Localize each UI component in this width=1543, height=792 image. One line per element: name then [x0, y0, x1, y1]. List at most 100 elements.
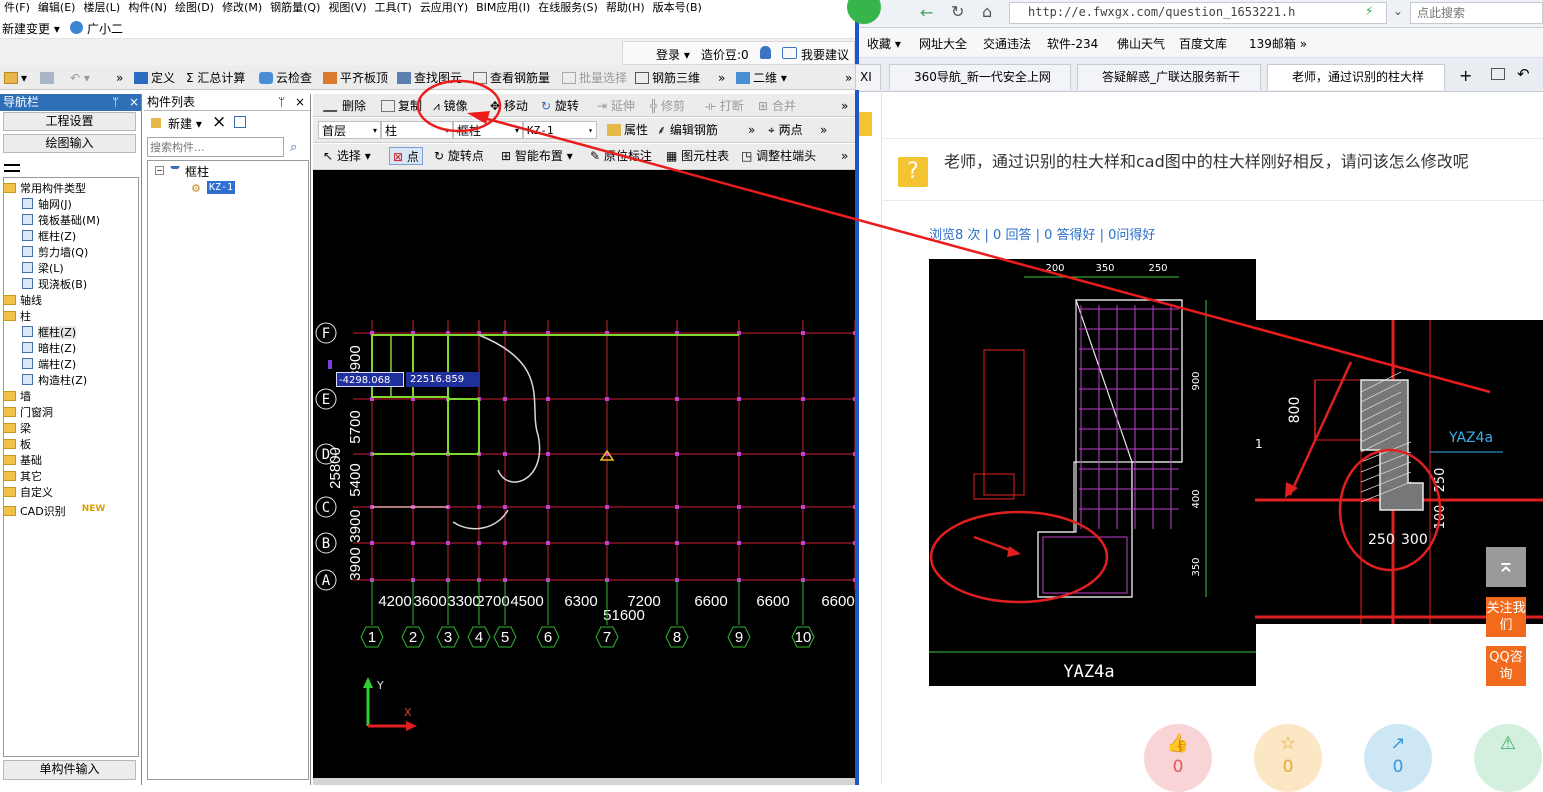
props-button[interactable]: 属性 — [607, 121, 648, 139]
favorite-link[interactable]: 百度文库 — [1179, 35, 1227, 52]
back-icon[interactable]: ← — [920, 3, 933, 22]
in-place-button[interactable]: ✎ 原位标注 — [590, 147, 652, 165]
share-button[interactable]: ↗ 0 — [1364, 724, 1432, 792]
tree-root[interactable]: 框柱 — [185, 163, 209, 180]
smart-layout-button[interactable]: ⊞ 智能布置 ▾ — [501, 147, 573, 165]
new-tab-button[interactable]: + — [1459, 66, 1472, 85]
side-bookmark-icon[interactable] — [859, 112, 872, 136]
favorite-link[interactable]: 交通违法 — [983, 35, 1031, 52]
menu-item[interactable]: 楼层(L) — [79, 0, 124, 15]
cad-image-left[interactable]: 200 350 250 900 400 350 YAZ4a — [929, 259, 1256, 686]
favorite-link[interactable]: 网址大全 — [919, 35, 967, 52]
toolbar-more-2[interactable]: » — [718, 69, 725, 87]
find-button[interactable]: 查找图元 — [397, 69, 462, 87]
menu-item[interactable]: 版本号(B) — [649, 0, 706, 15]
type-select[interactable]: 框柱 ▾ — [453, 121, 523, 139]
toolbar-more[interactable]: » — [116, 69, 123, 87]
floor-select[interactable]: 首层 ▾ — [318, 121, 381, 139]
refresh-icon[interactable]: ↻ — [951, 2, 964, 21]
nav-tree-item[interactable]: CAD识别 NEW — [3, 502, 105, 519]
report-button[interactable]: ⚠ — [1474, 724, 1542, 792]
component-search-input[interactable] — [147, 137, 284, 157]
rotate-point-button[interactable]: ↻ 旋转点 — [434, 147, 484, 165]
favorite-link[interactable]: 佛山天气 — [1117, 35, 1165, 52]
nav-tree-item[interactable]: 端柱(Z) — [22, 358, 76, 372]
collapse-icon[interactable] — [4, 164, 20, 172]
search-icon[interactable]: ⌕ — [290, 140, 297, 155]
extend-button[interactable]: ⇥ 延伸 — [597, 97, 635, 115]
point-button[interactable]: ⊠ 点 — [389, 147, 423, 165]
batch-select-button[interactable]: 批量选择 — [562, 69, 627, 87]
new-change-button[interactable]: 新建变更 ▾ — [2, 20, 60, 37]
like-button[interactable]: 👍 0 — [1144, 724, 1212, 792]
select-button[interactable]: ↖ 选择 ▾ — [323, 147, 371, 165]
open-icon[interactable]: ▾ — [4, 69, 27, 87]
name-select[interactable]: KZ-1 ▾ — [523, 121, 597, 139]
fav-button[interactable]: ☆ 0 — [1254, 724, 1322, 792]
category-select[interactable]: 柱 ▾ — [381, 121, 453, 139]
nav-tree-item[interactable]: 门窗洞 — [3, 406, 53, 420]
tab-question[interactable]: 老师，通过识别的柱大样 — [1267, 64, 1445, 90]
nav-tree-item[interactable]: 轴网(J) — [22, 198, 72, 212]
prop-toolbar-more[interactable]: » — [748, 121, 755, 139]
edit-rebar-button[interactable]: ⸙ 编辑钢筋 — [657, 121, 718, 139]
move-button[interactable]: ✥ 移动 — [490, 97, 528, 115]
two-points-button[interactable]: ⌖ 两点 — [768, 121, 803, 139]
cad-canvas[interactable]: F E D C B A 3900 5700 25800 5400 3900 3900 4200 3600 3… — [313, 170, 857, 778]
tab-qa[interactable]: 答疑解惑_广联达服务新干 — [1077, 64, 1261, 90]
flat-top-button[interactable]: 平齐板顶 — [323, 69, 388, 87]
menu-item[interactable]: 修改(M) — [218, 0, 266, 15]
rotate-button[interactable]: ↻ 旋转 — [541, 97, 579, 115]
favorite-link[interactable]: 收藏 ▾ — [867, 35, 901, 52]
adjust-head-button[interactable]: ◳ 调整柱端头 — [741, 147, 816, 165]
menu-item[interactable]: 帮助(H) — [602, 0, 649, 15]
nav-tree-item[interactable]: 轴线 — [3, 294, 42, 308]
nav-tree-item[interactable]: 梁(L) — [22, 262, 64, 276]
rebar-3d-button[interactable]: 钢筋三维 — [635, 69, 700, 87]
favorite-link[interactable]: 软件-234 — [1047, 35, 1098, 52]
assistant-icon[interactable] — [70, 21, 83, 34]
menu-item[interactable]: 构件(N) — [124, 0, 171, 15]
home-icon[interactable]: ⌂ — [982, 2, 992, 21]
nav-tree-item[interactable]: 剪力墙(Q) — [22, 246, 88, 260]
nav-tree-item[interactable]: 暗柱(Z) — [22, 342, 76, 356]
back-to-top-button[interactable]: ⌅ — [1486, 547, 1526, 587]
login-button[interactable]: 登录 ▾ — [656, 46, 690, 63]
bell-icon[interactable] — [760, 46, 771, 59]
prop-toolbar-more-2[interactable]: » — [820, 121, 827, 139]
nav-tree-item[interactable]: 基础 — [3, 454, 42, 468]
qq-button[interactable]: QQ咨询 — [1486, 646, 1526, 686]
nav-tree-item[interactable]: 墙 — [3, 390, 31, 404]
menu-item[interactable]: 视图(V) — [324, 0, 370, 15]
menu-item[interactable]: 件(F) — [0, 0, 34, 15]
nav-close-icon[interactable]: × — [129, 94, 139, 111]
menu-item[interactable]: 云应用(Y) — [416, 0, 472, 15]
undo-icon[interactable]: ↶ ▾ — [70, 69, 90, 87]
single-input-button[interactable]: 单构件输入 — [3, 760, 136, 780]
tab-360[interactable]: 360导航_新一代安全上网 — [889, 64, 1071, 90]
assistant-link[interactable]: 广小二 — [87, 20, 123, 37]
project-settings-button[interactable]: 工程设置 — [3, 112, 136, 131]
nav-tree-item[interactable]: 常用构件类型 — [3, 182, 86, 196]
nav-tree-item[interactable]: 框柱(Z) — [22, 230, 76, 244]
toolbar-more-3[interactable]: » — [845, 69, 852, 87]
tab-list-icon[interactable] — [1491, 68, 1505, 80]
save-icon[interactable] — [40, 69, 57, 87]
cloud-check-button[interactable]: 云检查 — [259, 69, 312, 87]
favorite-link[interactable]: 139邮箱 » — [1249, 35, 1307, 52]
url-field[interactable]: http://e.fwxgx.com/question_1653221.h ⚡ — [1009, 2, 1387, 24]
menu-item[interactable]: 编辑(E) — [34, 0, 80, 15]
component-close-icon[interactable]: × — [295, 94, 305, 111]
delete-button[interactable]: 删除 — [322, 97, 366, 115]
col-table-button[interactable]: ▦ 图元柱表 — [666, 147, 729, 165]
mirror-button[interactable]: ⩘ 镜像 — [433, 97, 468, 115]
nav-tree-item[interactable]: 其它 — [3, 470, 42, 484]
component-item[interactable]: KZ-1 — [207, 181, 236, 194]
menu-item[interactable]: 绘图(D) — [171, 0, 218, 15]
menu-item[interactable]: 钢筋量(Q) — [266, 0, 324, 15]
tab-partial[interactable]: XI — [855, 64, 881, 90]
sum-button[interactable]: Σ 汇总计算 — [186, 69, 245, 87]
nav-tree-item[interactable]: 现浇板(B) — [22, 278, 87, 292]
nav-tree-item[interactable]: 梁 — [3, 422, 31, 436]
edit-toolbar-more[interactable]: » — [841, 97, 848, 115]
